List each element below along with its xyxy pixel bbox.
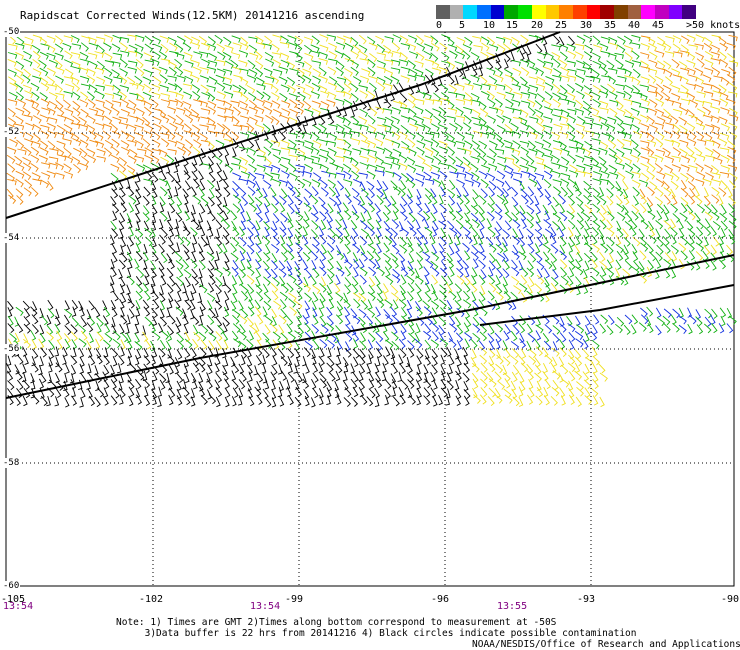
legend-swatch <box>655 5 669 19</box>
notes-text: Note: 1) Times are GMT 2)Times along bot… <box>116 617 637 639</box>
legend-label: >50 knots <box>686 20 740 31</box>
legend-label: 20 <box>531 20 544 31</box>
legend-swatch <box>518 5 532 19</box>
legend-swatch <box>586 5 601 19</box>
legend-swatch <box>682 5 697 19</box>
legend-swatch <box>477 5 491 19</box>
lon-label-102: -102 <box>139 594 164 605</box>
legend-label: 35 <box>604 20 617 31</box>
lat-label-58: -58 <box>2 458 21 468</box>
lon-label-99: -99 <box>285 594 304 605</box>
lat-label-54: -54 <box>2 233 21 243</box>
legend-swatch <box>490 5 505 19</box>
lat-label-50: -50 <box>2 27 21 37</box>
legend-label: 40 <box>628 20 641 31</box>
legend-swatch <box>504 5 519 19</box>
legend-label: 15 <box>506 20 519 31</box>
legend-label: 10 <box>483 20 496 31</box>
wind-map <box>5 31 739 587</box>
legend-swatch <box>545 5 560 19</box>
lat-label-60: -60 <box>2 581 21 591</box>
time-label-2: 13:54 <box>250 601 281 612</box>
legend-swatch <box>668 5 683 19</box>
legend-swatch <box>600 5 614 19</box>
legend-labels: 0 5 10 15 20 25 30 35 40 45 >50 knots <box>432 20 740 32</box>
legend-swatch <box>449 5 464 19</box>
legend-label: 0 <box>436 20 443 31</box>
lon-label-93: -93 <box>577 594 596 605</box>
lat-label-52: -52 <box>2 127 21 137</box>
legend-swatch <box>436 5 450 19</box>
map-title: Rapidscat Corrected Winds(12.5KM) 201412… <box>20 9 365 22</box>
legend-swatch <box>627 5 642 19</box>
legend-label: 30 <box>580 20 593 31</box>
lat-label-56: -56 <box>2 344 21 354</box>
credit-text: NOAA/NESDIS/Office of Research and Appli… <box>472 639 740 650</box>
legend-label: 45 <box>652 20 665 31</box>
time-label-3: 13:55 <box>497 601 528 612</box>
legend-label: 5 <box>459 20 466 31</box>
wind-speed-legend <box>436 5 697 19</box>
legend-swatch <box>463 5 478 19</box>
legend-label: 25 <box>555 20 568 31</box>
lon-label-96: -96 <box>431 594 450 605</box>
legend-swatch <box>572 5 587 19</box>
legend-swatch <box>531 5 546 19</box>
legend-swatch <box>559 5 573 19</box>
lon-label-90: -90 <box>721 594 740 605</box>
legend-swatch <box>613 5 628 19</box>
time-label-1: 13:54 <box>3 601 34 612</box>
legend-swatch <box>641 5 655 19</box>
